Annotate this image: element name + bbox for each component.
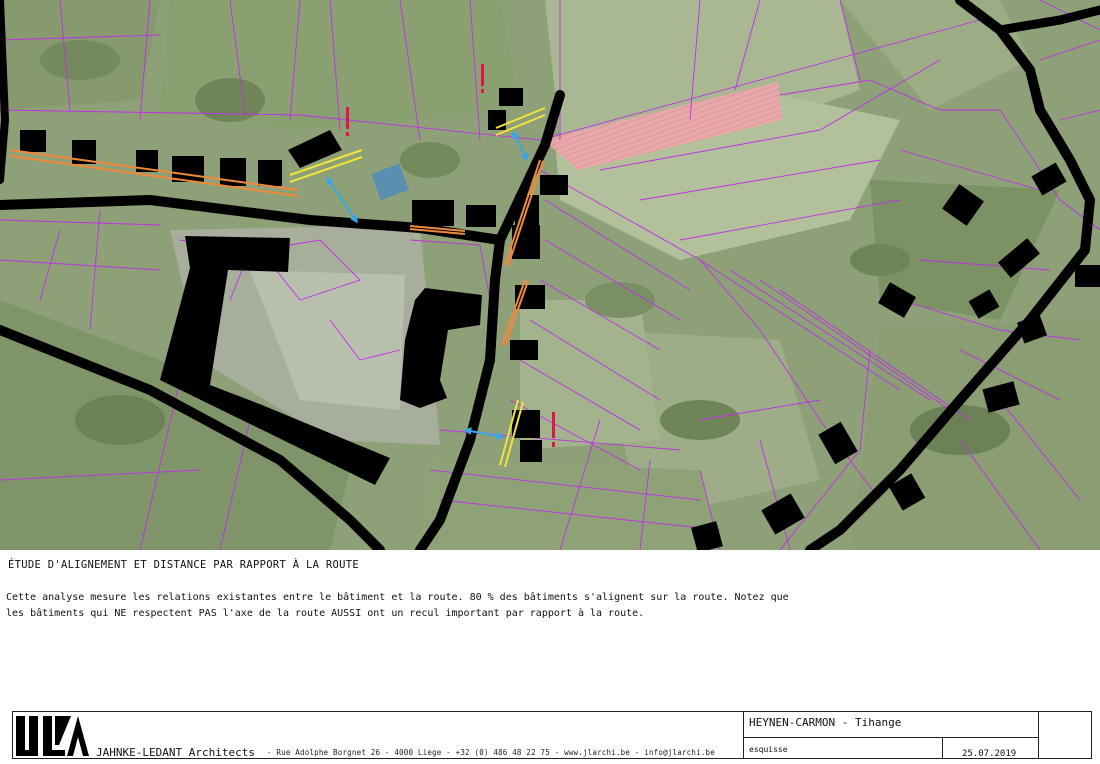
firm-name: JAHNKE-LEDANT Architects [96,746,255,759]
logo-jl [16,716,89,756]
drawing-date: 25.07.2019 [962,749,1017,759]
firm-cell: JAHNKE-LEDANT Architects - Rue Adolphe B… [13,712,744,759]
caption-body: Cette analyse mesure les relations exist… [6,590,789,622]
empty-cell [1038,712,1092,758]
title-block: JAHNKE-LEDANT Architects - Rue Adolphe B… [12,711,1092,759]
aerial-map [0,0,1100,550]
caption-body-line-2: les bâtiments qui NE respectent PAS l'ax… [6,608,645,619]
project-title: HEYNEN-CARMON - Tihange [749,716,902,729]
caption-title: ÉTUDE D'ALIGNEMENT ET DISTANCE PAR RAPPO… [8,559,359,571]
divider [744,737,1038,738]
project-cell: HEYNEN-CARMON - Tihange esquisse 25.07.2… [744,712,1038,759]
firm-contact-details: - Rue Adolphe Borgnet 26 - 4000 Liege - … [267,748,715,757]
divider [942,737,943,758]
project-phase: esquisse [749,745,788,754]
caption-body-line-1: Cette analyse mesure les relations exist… [6,592,789,603]
